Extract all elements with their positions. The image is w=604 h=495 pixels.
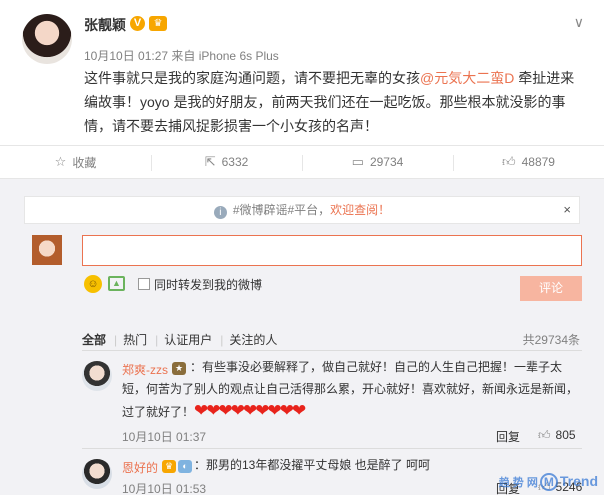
submit-comment-button[interactable]: 评论 xyxy=(520,276,582,301)
comment-input[interactable] xyxy=(82,235,582,266)
star-icon: ☆ xyxy=(54,154,67,169)
mention-link[interactable]: @元気大二蛮D xyxy=(420,70,514,86)
close-icon[interactable]: × xyxy=(563,197,571,223)
like-button[interactable]: 👍︎ 48879 xyxy=(453,146,604,178)
thumb-up-icon: 👍︎ xyxy=(502,154,516,169)
action-bar: ☆ 收藏 ⇱ 6332 ▭ 29734 👍︎ 48879 xyxy=(0,145,604,179)
comment-text: ：那男的13年都没擢平丈母娘 也是醉了 呵呵 xyxy=(194,458,431,472)
watermark-cn: 趋 势 网 xyxy=(498,477,538,489)
comment-filter-tabs: 全部 | 热门 | 认证用户 | 关注的人 xyxy=(82,331,281,348)
watermark-m: M xyxy=(539,473,558,491)
verified-badge: V xyxy=(130,16,145,31)
image-icon[interactable]: ▲ xyxy=(108,276,125,291)
comment-count: 29734 xyxy=(369,155,404,169)
repost-icon: ⇱ xyxy=(204,154,216,169)
vip-crown-icon: ♛ xyxy=(149,16,167,31)
post-source: 来自 iPhone 6s Plus xyxy=(171,49,279,63)
user-badge-icon: ◐ xyxy=(178,460,192,473)
comment-time: 10月10日 01:37 xyxy=(122,430,207,444)
divider xyxy=(82,350,582,351)
author-avatar[interactable] xyxy=(22,14,72,64)
site-watermark-logo: 趋 势 网 M Trend xyxy=(499,473,598,491)
commenter-name[interactable]: 恩好的 xyxy=(122,459,158,476)
reply-button[interactable]: 回复 xyxy=(496,428,520,445)
repost-button[interactable]: ⇱ 6332 xyxy=(151,146,302,178)
post-text-before: 这件事就只是我的家庭沟通问题，请不要把无辜的女孩 xyxy=(84,70,420,86)
comment-like-button[interactable]: 👍︎ 805 xyxy=(538,428,576,443)
commenter-avatar[interactable] xyxy=(82,361,112,391)
comment-total: 共29734条 xyxy=(522,333,580,347)
filter-verified[interactable]: 认证用户 xyxy=(164,333,212,347)
repost-checkbox-label[interactable]: 同时转发到我的微博 xyxy=(154,276,262,293)
watermark-en: Trend xyxy=(559,473,598,489)
rumor-notice-banner: i #微博辟谣#平台，欢迎查阅！ × xyxy=(24,196,580,224)
comment-body: ：有些事没必要解释了，做自己就好！自己的人生自己把握！一辈子太短，何苦为了别人的… xyxy=(122,360,579,419)
comment-time: 10月10日 01:53 xyxy=(122,482,207,495)
filter-hot[interactable]: 热门 xyxy=(123,333,147,347)
filter-following[interactable]: 关注的人 xyxy=(229,333,277,347)
divider xyxy=(82,448,582,449)
notice-link[interactable]: 欢迎查阅！ xyxy=(330,203,390,217)
emoji-icon[interactable]: ☺ xyxy=(84,275,102,293)
info-icon: i xyxy=(213,206,227,219)
filter-all[interactable]: 全部 xyxy=(82,333,106,347)
vip-crown-icon: ♛ xyxy=(162,460,176,473)
comment-text: ：有些事没必要解释了，做自己就好！自己的人生自己把握！一辈子太短，何苦为了别人的… xyxy=(122,356,584,423)
comment-icon: ▭ xyxy=(351,154,364,169)
chevron-down-icon[interactable]: ∨ xyxy=(574,14,584,31)
favorite-label: 收藏 xyxy=(72,155,97,170)
like-count: 48879 xyxy=(521,155,555,169)
favorite-button[interactable]: ☆ 收藏 xyxy=(0,146,151,178)
weibo-post: 张靓颖 V ♛ ∨ 10月10日 01:27 来自 iPhone 6s Plus… xyxy=(0,0,604,145)
comment-button[interactable]: ▭ 29734 xyxy=(302,146,453,178)
current-user-avatar xyxy=(32,235,62,265)
post-content: 这件事就只是我的家庭沟通问题，请不要把无辜的女孩@元気大二蛮D 牵扯进来编故事！… xyxy=(84,66,584,138)
filter-divider: | xyxy=(114,333,118,347)
filter-divider: | xyxy=(220,333,224,347)
commenter-avatar[interactable] xyxy=(82,459,112,489)
comment-like-count: 805 xyxy=(555,428,576,442)
post-meta: 10月10日 01:27 来自 iPhone 6s Plus xyxy=(84,47,279,64)
hearts-emoji: ❤❤❤❤❤❤❤❤❤ xyxy=(194,401,306,420)
notice-text: #微博辟谣#平台， xyxy=(232,203,331,217)
post-time[interactable]: 10月10日 01:27 xyxy=(84,49,168,63)
thumb-up-icon: 👍︎ xyxy=(538,428,551,442)
repost-count: 6332 xyxy=(221,155,249,169)
filter-divider: | xyxy=(155,333,159,347)
repost-checkbox[interactable] xyxy=(138,278,150,290)
author-name[interactable]: 张靓颖 xyxy=(84,15,126,35)
